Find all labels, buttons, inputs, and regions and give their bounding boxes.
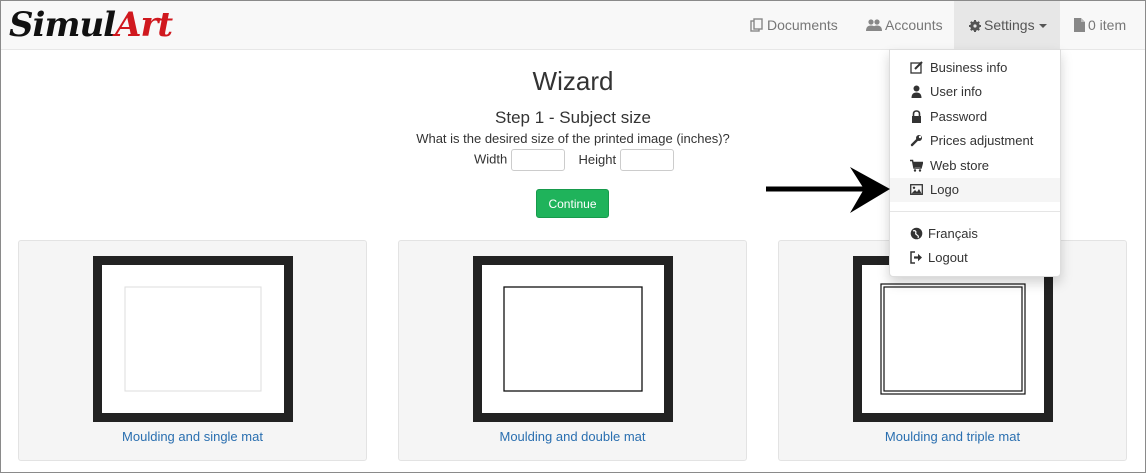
single-mat-frame-image	[93, 256, 293, 422]
lock-icon	[912, 110, 921, 123]
menu-item-label: Prices adjustment	[930, 133, 1034, 148]
globe-icon	[910, 227, 923, 240]
height-label: Height	[578, 151, 617, 167]
brand-part-simul: Simul	[9, 5, 116, 45]
menu-item-business-info[interactable]: Business info	[890, 56, 1060, 80]
menu-item-label: Web store	[930, 158, 990, 173]
file-icon	[1074, 18, 1085, 32]
size-form: Width Height	[474, 148, 674, 171]
menu-item-prices-adjustment[interactable]: Prices adjustment	[890, 129, 1060, 153]
double-mat-frame-image	[473, 256, 673, 422]
triple-mat-frame-image	[853, 256, 1053, 422]
nav-settings[interactable]: Settings	[954, 1, 1060, 49]
picture-icon	[910, 184, 923, 195]
option-card-single-mat[interactable]: Moulding and single mat	[18, 240, 367, 461]
navbar: SimulArt Documents Accounts Settings 0 i…	[1, 1, 1145, 50]
shopping-cart-icon	[910, 159, 923, 172]
option-card-double-mat[interactable]: Moulding and double mat	[398, 240, 747, 461]
nav-settings-label: Settings	[984, 17, 1035, 33]
brand-logo[interactable]: SimulArt	[9, 3, 173, 47]
user-icon	[911, 85, 922, 98]
menu-item-user-info[interactable]: User info	[890, 80, 1060, 104]
height-input[interactable]	[619, 148, 674, 171]
menu-item-label: Logout	[928, 250, 968, 265]
nav-cart-label: 0 item	[1088, 17, 1127, 33]
menu-item-password[interactable]: Password	[890, 105, 1060, 129]
menu-item-web-store[interactable]: Web store	[890, 154, 1060, 178]
settings-dropdown-menu: Business info User info Password Prices …	[889, 49, 1061, 277]
chevron-down-icon	[1038, 24, 1047, 28]
menu-item-label: Password	[930, 109, 988, 124]
option-caption-single[interactable]: Moulding and single mat	[19, 429, 366, 444]
wrench-icon	[910, 135, 922, 147]
nav-accounts-label: Accounts	[885, 17, 943, 33]
documents-icon	[750, 18, 763, 32]
nav-documents-label: Documents	[767, 17, 838, 33]
continue-button[interactable]: Continue	[536, 189, 609, 218]
menu-item-label: User info	[930, 84, 983, 99]
width-input[interactable]	[510, 148, 565, 171]
option-caption-triple[interactable]: Moulding and triple mat	[779, 429, 1126, 444]
menu-item-label: Logo	[930, 182, 959, 197]
logout-icon	[910, 251, 922, 264]
nav-documents[interactable]: Documents	[750, 1, 838, 49]
menu-item-francais[interactable]: Français	[890, 222, 1060, 246]
option-caption-double[interactable]: Moulding and double mat	[399, 429, 746, 444]
annotation-arrow-icon	[766, 167, 890, 213]
nav-cart[interactable]: 0 item	[1074, 1, 1126, 49]
width-label: Width	[474, 151, 508, 167]
brand-part-art: Art	[115, 5, 173, 45]
users-icon	[866, 19, 882, 31]
menu-item-logout[interactable]: Logout	[890, 246, 1060, 270]
nav-accounts[interactable]: Accounts	[866, 1, 943, 49]
menu-item-label: Business info	[930, 60, 1008, 75]
gear-icon	[969, 20, 981, 32]
edit-icon	[910, 61, 923, 74]
menu-divider	[890, 211, 1060, 212]
menu-item-label: Français	[928, 226, 978, 241]
menu-item-logo[interactable]: Logo	[890, 178, 1060, 202]
